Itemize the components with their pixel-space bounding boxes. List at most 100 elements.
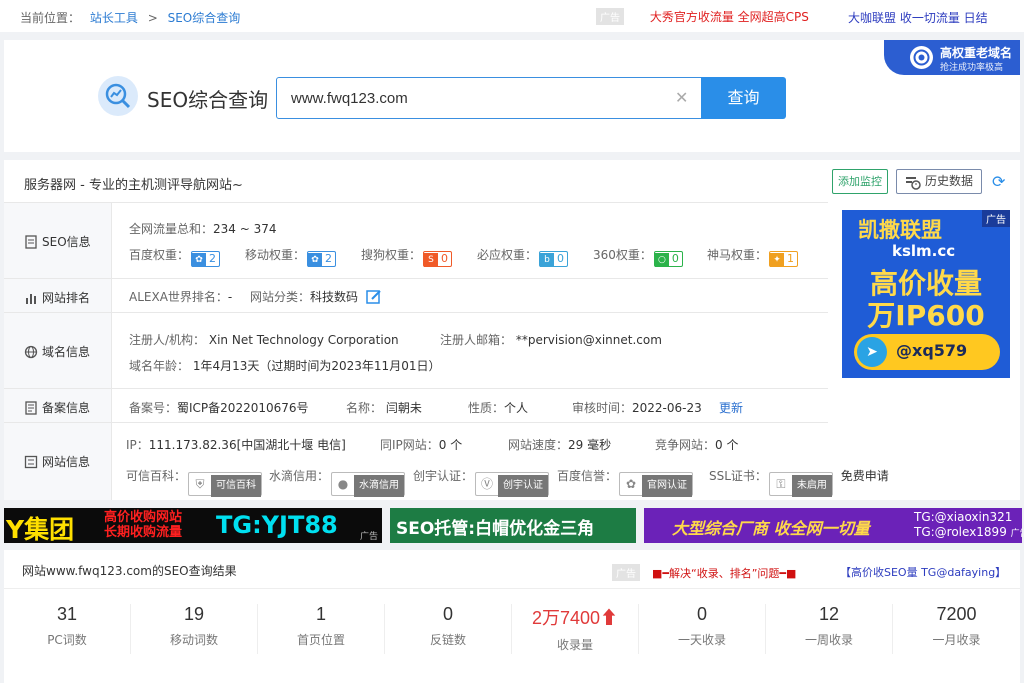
ranking-label: 网站排名: [24, 289, 90, 306]
side-ad-slogan-2: 万IP600: [867, 299, 985, 332]
history-label: 历史数据: [925, 174, 974, 188]
page-title: SEO综合查询: [147, 88, 269, 112]
top-bar: 当前位置： 站长工具 > SEO综合查询 广告 大秀官方收流量 全网超高CPS …: [0, 0, 1024, 32]
side-ad-tag: 广告: [982, 210, 1010, 227]
paw-icon: ✿: [192, 253, 207, 267]
top-ad-1-link[interactable]: 大秀官方收流量 全网超高CPS: [650, 10, 809, 24]
rank-360[interactable]: 360权重： ○ 0: [593, 246, 707, 267]
stat-indexed[interactable]: 2万7400⬆ 收录量: [512, 604, 639, 654]
breadcrumb: 当前位置： 站长工具 > SEO综合查询: [20, 9, 246, 26]
refresh-icon[interactable]: ⟳: [992, 172, 1005, 191]
icp-row: 备案信息 备案号：蜀ICP备2022010676号 名称： 闫朝未 性质：个人 …: [4, 388, 828, 422]
shenma-icon: ✦: [770, 253, 785, 267]
record-icon: [25, 401, 37, 415]
domain-age: 域名年龄： 1年4月13天（过期时间为2023年11月01日）: [129, 359, 441, 373]
add-monitor-button[interactable]: 添加监控: [832, 169, 888, 194]
paw-icon: ✿: [308, 253, 323, 267]
alexa-rank: ALEXA世界排名：-: [129, 290, 233, 304]
bar-chart-icon: [26, 294, 36, 304]
traffic-total: 全网流量总和：234 ~ 374: [129, 222, 277, 236]
paw-icon: ✿: [625, 477, 637, 491]
rank-shenma[interactable]: 神马权重： ✦ 1: [707, 246, 799, 267]
site-info-label: 网站信息: [24, 453, 90, 470]
rank-bing[interactable]: 必应权重： b 0: [477, 246, 593, 267]
domain-label: 域名信息: [24, 343, 90, 360]
history-icon: [905, 175, 921, 198]
search-button[interactable]: 查询: [701, 77, 786, 119]
stat-backlinks[interactable]: 0 反链数: [385, 604, 512, 654]
drop-icon: ●: [337, 477, 349, 491]
target-icon: [910, 46, 933, 69]
same-ip-sites: 同IP网站：0 个: [380, 438, 463, 452]
lock-icon: ⚿: [776, 477, 786, 491]
arrow-up-icon: ⬆: [600, 608, 619, 628]
search-panel: SEO综合查询 ✕ 查询 高权重老域名 抢注成功率极高: [4, 40, 1020, 152]
stat-day-indexed[interactable]: 0 一天收录: [639, 604, 766, 654]
history-data-button[interactable]: 历史数据: [896, 169, 982, 194]
cert-list: 可信百科：⛨ 可信百科水滴信用：● 水滴信用创宇认证：Ⓥ 创宇认证百度信誉：✿ 官网认证…: [126, 467, 889, 497]
top-ad-2-link[interactable]: 大咖联盟 收一切流量 日结: [848, 9, 988, 26]
stat-pc-words[interactable]: 31 PC词数: [4, 604, 131, 654]
icp-update-link[interactable]: 更新: [719, 399, 743, 416]
document-icon: [25, 235, 37, 249]
breadcrumb-home-link[interactable]: 站长工具: [90, 11, 138, 25]
side-ad-domain: kslm.cc: [892, 242, 956, 260]
stat-home-position[interactable]: 1 首页位置: [258, 604, 385, 654]
breadcrumb-prefix: 当前位置：: [20, 11, 81, 25]
seo-info-row: SEO信息 全网流量总和：234 ~ 374 百度权重： ✿ 2 移动权重： ✿ 2 搜狗权…: [4, 202, 828, 278]
registrant: 注册人/机构： Xin Net Technology Corporation: [129, 333, 399, 347]
sogou-icon: S: [424, 253, 439, 267]
site-category: 网站分类：科技数码: [250, 288, 382, 308]
results-ad-1[interactable]: 广告 ■━解决“收录、排名”问题━■: [612, 564, 796, 581]
search-input[interactable]: [291, 88, 661, 108]
banner-ad-1[interactable]: Y集团 高价收购网站 长期收购流量 TG:YJT88 广告: [4, 508, 382, 543]
side-ad-contact: ➤ @xq579: [854, 334, 1000, 370]
divider: [4, 588, 1020, 589]
icp-audit-time: 审核时间：2022-06-23: [572, 401, 702, 415]
edit-icon[interactable]: [366, 289, 382, 308]
domain-row: 域名信息 注册人/机构： Xin Net Technology Corporat…: [4, 312, 828, 388]
ranking-row: 网站排名 ALEXA世界排名：- 网站分类：科技数码: [4, 278, 828, 312]
banner-ad-3[interactable]: 大型综合厂商 收全网一切量 TG:@xiaoxin321 TG:@rolex189…: [644, 508, 1022, 543]
competitor-sites: 竞争网站：0 个: [655, 438, 739, 452]
cert-chuangyu[interactable]: 创宇认证：Ⓥ 创宇认证: [413, 467, 557, 497]
info-panel: 服务器网 - 专业的主机测评导航网站~ 添加监控 历史数据 ⟳ SEO信息 全网…: [4, 160, 1020, 500]
icp-label: 备案信息: [24, 399, 90, 416]
stat-month-indexed[interactable]: 7200 一月收录: [893, 604, 1020, 654]
top-ad-1: 广告 大秀官方收流量 全网超高CPS: [596, 8, 809, 25]
old-domain-badge[interactable]: 高权重老域名 抢注成功率极高: [884, 40, 1020, 75]
breadcrumb-current[interactable]: SEO综合查询: [168, 11, 241, 25]
cert-baidu[interactable]: 百度信誉：✿ 官网认证: [557, 467, 709, 497]
ssl-apply-link[interactable]: 免费申请: [841, 469, 889, 483]
registrant-email: 注册人邮箱： **pervision@xinnet.com: [440, 333, 662, 347]
rank-mobile[interactable]: 移动权重： ✿ 2: [245, 246, 361, 267]
search-box: ✕: [276, 77, 702, 119]
telegram-icon: ➤: [857, 337, 887, 367]
icp-name: 名称： 闫朝未: [346, 401, 422, 415]
icp-type: 性质：个人: [468, 401, 529, 415]
icp-number: 备案号：蜀ICP备2022010676号: [129, 401, 309, 415]
clear-icon[interactable]: ✕: [675, 88, 688, 107]
server-icon: [24, 455, 38, 469]
stat-week-indexed[interactable]: 12 一周收录: [766, 604, 893, 654]
rank-baidu[interactable]: 百度权重： ✿ 2: [129, 246, 245, 267]
breadcrumb-separator: >: [147, 11, 158, 25]
stat-mobile-words[interactable]: 19 移动词数: [131, 604, 258, 654]
globe-icon: [24, 345, 38, 359]
seo-logo-icon: [98, 76, 138, 116]
cert-shuidi[interactable]: 水滴信用：● 水滴信用: [269, 467, 413, 497]
results-ad-2[interactable]: 【高价收SEO量 TG@dafaying】: [840, 564, 1006, 580]
results-title: 网站www.fwq123.com的SEO查询结果: [22, 564, 237, 578]
site-title: 服务器网 - 专业的主机测评导航网站~: [24, 178, 243, 193]
cert-kexin[interactable]: 可信百科：⛨ 可信百科: [126, 467, 269, 497]
side-ad[interactable]: 广告 凯撒联盟 kslm.cc 高价收量 万IP600 ➤ @xq579: [842, 210, 1010, 378]
banner-ad-2[interactable]: SEO托管:白帽优化金三角: [390, 508, 636, 543]
rank-list: 百度权重： ✿ 2 移动权重： ✿ 2 搜狗权重： S 0 必应权重： b 0 360权重： ○ 0 神马权重…: [129, 246, 799, 267]
bing-icon: b: [540, 253, 555, 267]
cert-ssl[interactable]: SSL证书：⚿ 未启用: [709, 467, 833, 497]
ad-tag: 广告: [596, 8, 624, 25]
side-ad-title: 凯撒联盟: [858, 218, 942, 242]
badge-line-1: 高权重老域名: [940, 46, 1013, 60]
rank-sogou[interactable]: 搜狗权重： S 0: [361, 246, 477, 267]
results-panel: 网站www.fwq123.com的SEO查询结果 广告 ■━解决“收录、排名”问题…: [4, 550, 1020, 683]
